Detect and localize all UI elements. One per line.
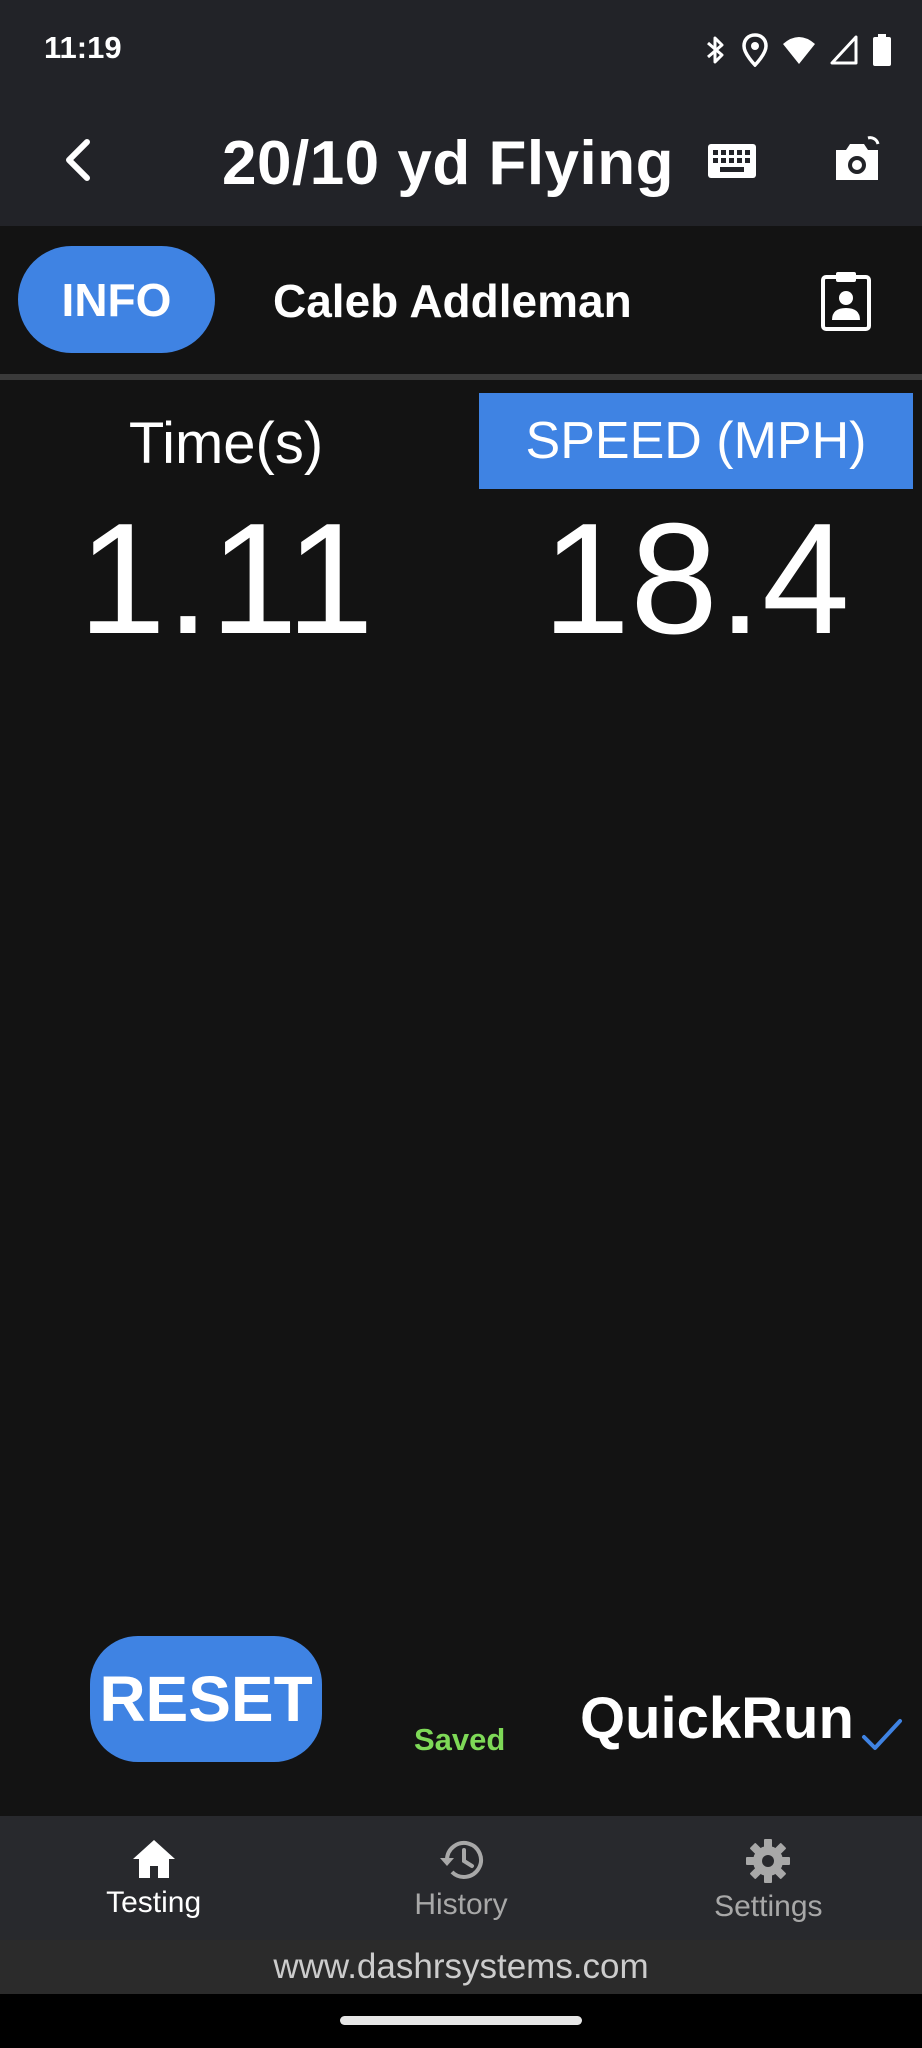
- status-bar: 11:19: [0, 0, 922, 104]
- info-button[interactable]: INFO: [18, 246, 215, 353]
- location-icon: [742, 33, 768, 67]
- quickrun-toggle[interactable]: QuickRun: [580, 1686, 904, 1751]
- home-icon: [131, 1838, 177, 1880]
- reset-button[interactable]: RESET: [90, 1636, 322, 1762]
- bluetooth-icon: [704, 33, 728, 67]
- nav-item-history[interactable]: History: [307, 1816, 614, 1940]
- nav-item-testing[interactable]: Testing: [0, 1816, 307, 1940]
- bottom-nav: Testing History Settings: [0, 1816, 922, 1940]
- clipboard-button[interactable]: [820, 270, 876, 336]
- athlete-name[interactable]: Caleb Addleman: [273, 274, 632, 328]
- nav-label-testing: Testing: [106, 1886, 202, 1919]
- divider: [0, 374, 922, 380]
- keyboard-button[interactable]: [708, 144, 760, 184]
- speed-value: 18.4: [542, 491, 850, 667]
- speed-unit-toggle[interactable]: SPEED (MPH): [479, 393, 913, 489]
- keyboard-icon: [708, 144, 756, 182]
- history-icon: [437, 1838, 485, 1882]
- app-header: 20/10 yd Flying: [0, 104, 922, 226]
- system-nav-bar: [0, 1994, 922, 2048]
- nav-label-history: History: [414, 1888, 508, 1921]
- footer-url[interactable]: www.dashrsystems.com: [0, 1940, 922, 1994]
- back-arrow-icon: [63, 138, 93, 187]
- clipboard-person-icon: [820, 272, 872, 336]
- status-time: 11:19: [44, 30, 122, 65]
- athlete-row: INFO Caleb Addleman: [0, 226, 922, 374]
- gear-icon: [745, 1838, 791, 1884]
- page-title: 20/10 yd Flying: [222, 129, 675, 198]
- home-indicator[interactable]: [340, 2016, 582, 2025]
- saved-status: Saved: [414, 1722, 506, 1757]
- wifi-icon: [782, 35, 816, 65]
- camera-switch-icon: [832, 136, 882, 188]
- checkmark-icon: [860, 1717, 904, 1758]
- status-icons: [704, 30, 892, 70]
- nav-label-settings: Settings: [714, 1890, 823, 1923]
- app-screen: 11:19 20/10 yd Flying INFO Caleb Addlema…: [0, 0, 922, 2048]
- camera-switch-button[interactable]: [832, 136, 884, 188]
- time-label: Time(s): [128, 411, 324, 476]
- quickrun-label: QuickRun: [580, 1686, 854, 1751]
- time-value: 1.11: [78, 491, 374, 667]
- cell-signal-icon: [830, 35, 858, 65]
- battery-icon: [872, 33, 892, 67]
- back-button[interactable]: [48, 132, 108, 192]
- nav-item-settings[interactable]: Settings: [615, 1816, 922, 1940]
